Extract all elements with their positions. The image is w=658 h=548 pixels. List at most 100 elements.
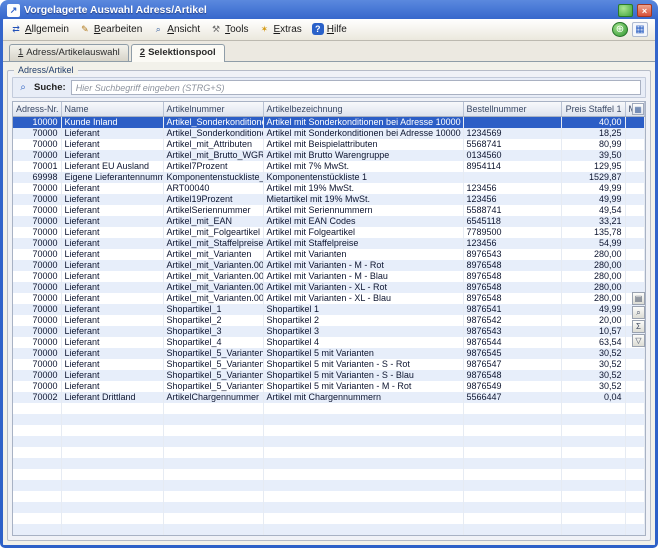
table-row[interactable]: 69998Eigene Lieferantennummer-FirmaKompo… [13, 172, 645, 183]
cell: 9876541 [463, 304, 561, 315]
empty-row [13, 535, 645, 537]
close-button[interactable]: × [637, 4, 652, 17]
cell: Artikel mit Varianten - XL - Rot [263, 282, 463, 293]
cell: 70000 [13, 381, 61, 392]
help-icon: ? [312, 23, 324, 35]
tab-adress-artikelauswahl[interactable]: 1Adress/Artikelauswahl [9, 44, 129, 61]
table-row[interactable]: 70000LieferantArtikel_mit_Varianten.003A… [13, 260, 645, 271]
column-header[interactable]: Bestellnummer [463, 102, 561, 116]
cell: Artikel mit Beispielattributen [263, 139, 463, 150]
menu-extras[interactable]: ✶ Extras [254, 21, 306, 38]
table-row[interactable]: 70000LieferantArtikel_mit_Varianten.006A… [13, 293, 645, 304]
empty-cell [263, 491, 463, 502]
empty-cell [13, 436, 61, 447]
table-row[interactable]: 70000LieferantArtikel_mit_AttributenArti… [13, 139, 645, 150]
cell: 129,95 [561, 161, 625, 172]
cell: 9876544 [463, 337, 561, 348]
empty-cell [561, 491, 625, 502]
table-row[interactable]: 70000LieferantShopartikel_5_Varianten.2S… [13, 370, 645, 381]
menu-ansicht[interactable]: ⌕ Ansicht [148, 21, 205, 38]
column-header[interactable]: Name [61, 102, 163, 116]
cell: ArtikelSeriennummer [163, 205, 263, 216]
empty-row [13, 469, 645, 480]
column-header[interactable]: Adress-Nr. [13, 102, 61, 116]
empty-cell [61, 447, 163, 458]
empty-cell [263, 502, 463, 513]
empty-row [13, 491, 645, 502]
cell [625, 172, 645, 183]
cell: Lieferant [61, 183, 163, 194]
empty-cell [561, 458, 625, 469]
table-row[interactable]: 70000LieferantShopartikel_2Shopartikel 2… [13, 315, 645, 326]
cell: Lieferant [61, 238, 163, 249]
cell: 9876542 [463, 315, 561, 326]
table-row[interactable]: 70000LieferantShopartikel_3Shopartikel 3… [13, 326, 645, 337]
cell: Lieferant [61, 359, 163, 370]
cell [625, 139, 645, 150]
table-row[interactable]: 70000LieferantArtikel_SonderkonditionenA… [13, 128, 645, 139]
menu-hilfe[interactable]: ? Hilfe [308, 21, 352, 38]
table-icon[interactable]: ▦ [632, 22, 648, 37]
tab-selektionspool[interactable]: 2Selektionspool [131, 44, 225, 62]
table-row[interactable]: 70002Lieferant DrittlandArtikelChargennu… [13, 392, 645, 403]
quick-search-button[interactable]: ⌕ [632, 306, 645, 319]
cell: Lieferant [61, 282, 163, 293]
table-row[interactable]: 70000LieferantArtikel_mit_Varianten.005A… [13, 282, 645, 293]
column-header[interactable]: Preis Staffel 1 [561, 102, 625, 116]
table-row[interactable]: 70000LieferantArtikel_mit_Varianten.004A… [13, 271, 645, 282]
column-header[interactable]: Artikelbezeichnung [263, 102, 463, 116]
cell: 54,99 [561, 238, 625, 249]
empty-row [13, 513, 645, 524]
cell [625, 227, 645, 238]
minimize-button[interactable] [618, 4, 633, 17]
table-row[interactable]: 10000Kunde InlandArtikel_Sonderkondition… [13, 116, 645, 128]
empty-cell [625, 502, 645, 513]
empty-cell [61, 436, 163, 447]
grid-layout-button[interactable]: ▤ [632, 292, 645, 305]
column-header[interactable]: Artikelnummer [163, 102, 263, 116]
cell: Artikel_mit_Varianten.005 [163, 282, 263, 293]
cell: Shopartikel 4 [263, 337, 463, 348]
table-row[interactable]: 70000LieferantShopartikel_1Shopartikel 1… [13, 304, 645, 315]
cell [625, 216, 645, 227]
empty-cell [561, 502, 625, 513]
empty-cell [13, 469, 61, 480]
table-row[interactable]: 70001Lieferant EU AuslandArtikel7Prozent… [13, 161, 645, 172]
table-row[interactable]: 70000LieferantArtikelSeriennummerArtikel… [13, 205, 645, 216]
menu-tools[interactable]: ⚒ Tools [206, 21, 253, 38]
window-body: ⇄ Allgemein ✎ Bearbeiten ⌕ Ansicht ⚒ Too… [3, 19, 655, 545]
empty-row [13, 524, 645, 535]
cell: 49,99 [561, 304, 625, 315]
menu-allgemein[interactable]: ⇄ Allgemein [6, 21, 74, 38]
empty-cell [13, 502, 61, 513]
empty-cell [163, 403, 263, 414]
cell: 20,00 [561, 315, 625, 326]
table-row[interactable]: 70000LieferantShopartikel_5_VariantenSho… [13, 348, 645, 359]
cell: 30,52 [561, 370, 625, 381]
cell: 8954114 [463, 161, 561, 172]
filter-row-button[interactable]: ▽ [632, 334, 645, 347]
search-input[interactable] [71, 80, 641, 95]
sum-row-button[interactable]: Σ [632, 320, 645, 333]
cell: Artikel mit Chargennummern [263, 392, 463, 403]
table-row[interactable]: 70000LieferantArtikel_mit_StaffelpreiseA… [13, 238, 645, 249]
table-row[interactable]: 70000LieferantART00040Artikel mit 19% Mw… [13, 183, 645, 194]
cell: 123456 [463, 194, 561, 205]
empty-cell [163, 469, 263, 480]
cell: Artikel_Sonderkonditionen [163, 116, 263, 128]
cell: 70002 [13, 392, 61, 403]
column-chooser-icon[interactable]: ▦ [632, 103, 644, 115]
empty-row [13, 403, 645, 414]
table-row[interactable]: 70000LieferantArtikel_mit_Brutto_WGRArti… [13, 150, 645, 161]
table-row[interactable]: 70000LieferantShopartikel_5_Varianten.1S… [13, 359, 645, 370]
table-row[interactable]: 70000LieferantShopartikel_4Shopartikel 4… [13, 337, 645, 348]
menu-label: Allgemein [25, 24, 69, 35]
table-row[interactable]: 70000LieferantArtikel_mit_EANArtikel mit… [13, 216, 645, 227]
globe-icon[interactable]: ⊕ [612, 22, 628, 37]
table-row[interactable]: 70000LieferantArtikel19ProzentMietartike… [13, 194, 645, 205]
table-row[interactable]: 70000LieferantArtikel_mit_FolgeartikelAr… [13, 227, 645, 238]
menu-bearbeiten[interactable]: ✎ Bearbeiten [75, 21, 147, 38]
table-row[interactable]: 70000LieferantShopartikel_5_Varianten.3S… [13, 381, 645, 392]
table-row[interactable]: 70000LieferantArtikel_mit_VariantenArtik… [13, 249, 645, 260]
empty-cell [463, 425, 561, 436]
